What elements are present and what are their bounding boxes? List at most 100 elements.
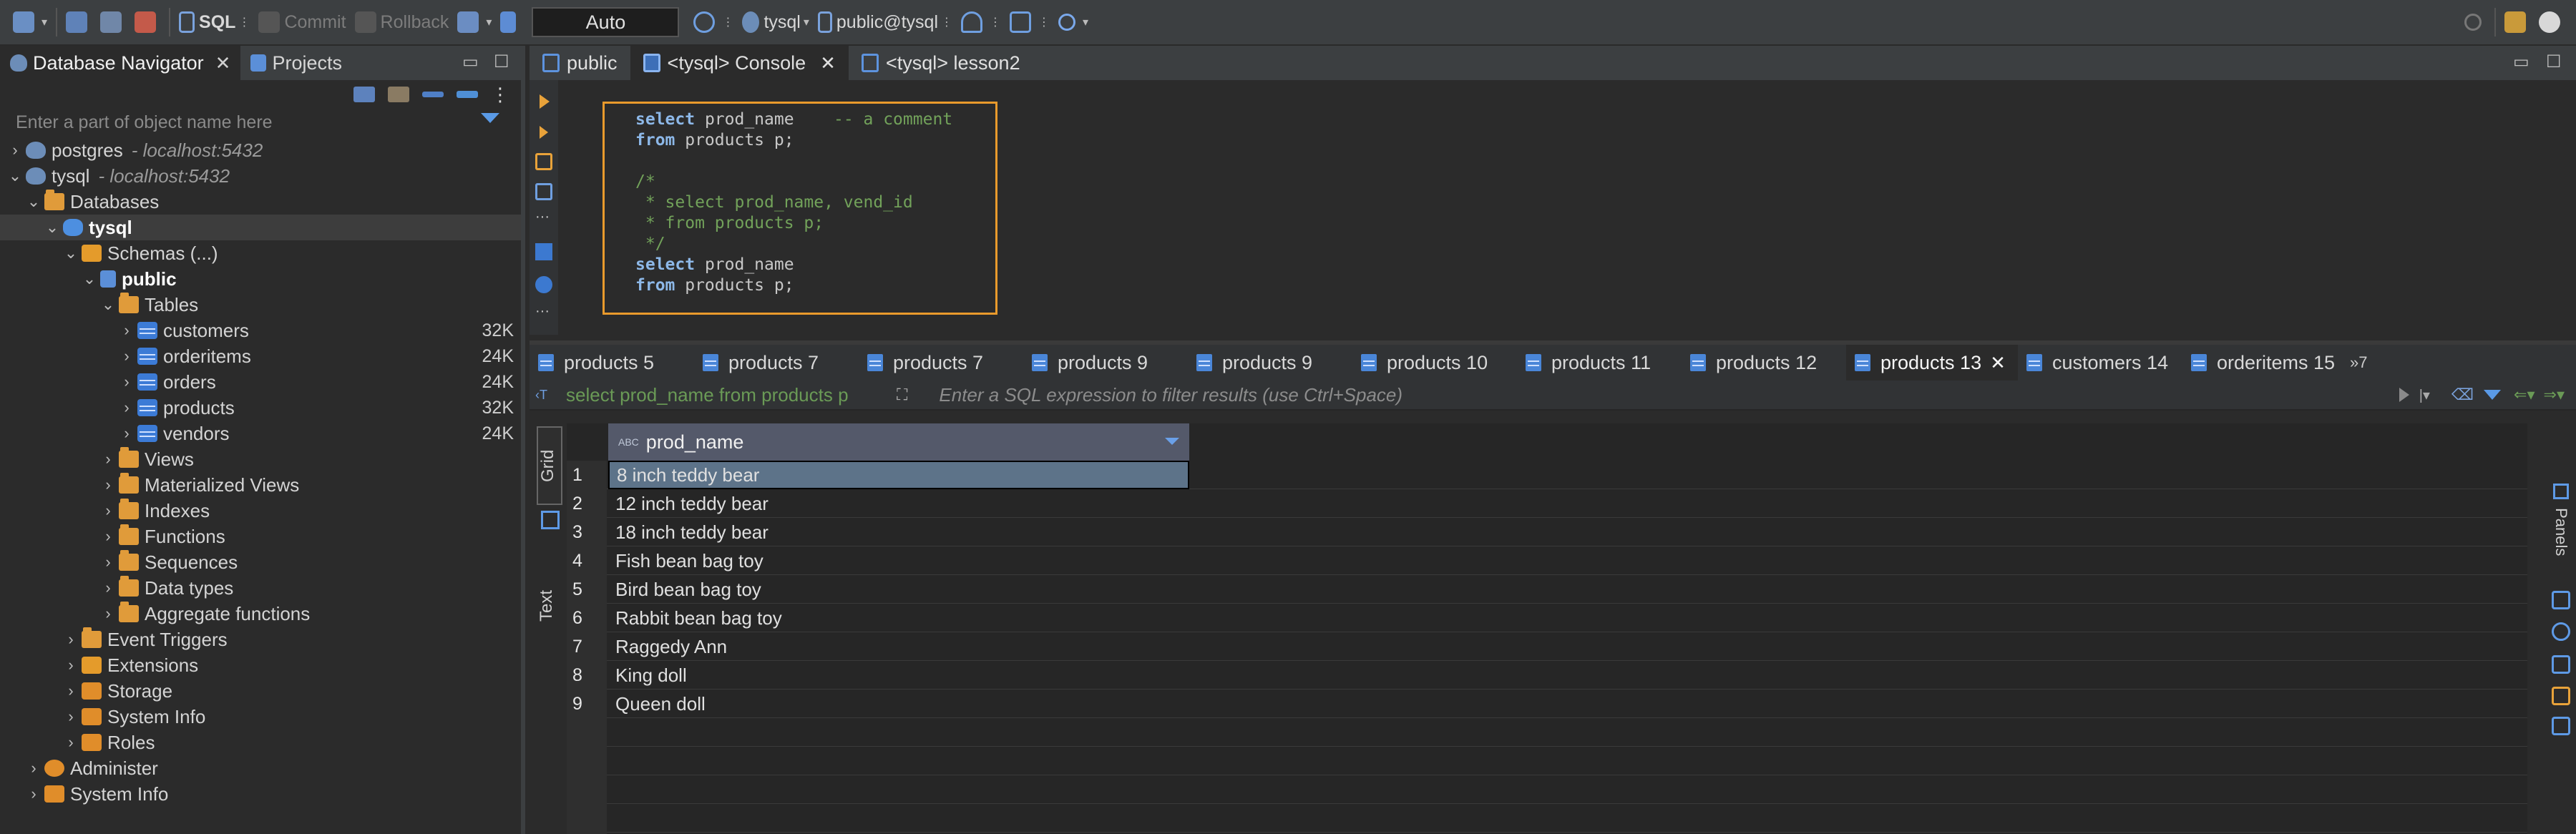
commit-button[interactable]: Commit — [254, 5, 350, 39]
cell-prod-name[interactable]: 18 inch teddy bear — [608, 518, 1189, 546]
cell-prod-name[interactable]: Queen doll — [608, 690, 1189, 718]
table-row[interactable]: 5 Bird bean bag toy — [567, 575, 2527, 604]
execute-new-tab-icon[interactable] — [540, 126, 548, 139]
chevron-right-icon[interactable]: › — [100, 553, 116, 571]
table-row[interactable]: 18 inch teddy bear — [567, 461, 2527, 489]
tree-item-conn-postgres[interactable]: › postgres - localhost:5432 — [0, 137, 521, 163]
tree-item-db-tysql[interactable]: ⌄ tysql — [0, 215, 521, 240]
tree-item-folder-indexes[interactable]: › Indexes — [0, 498, 521, 524]
chevron-right-icon[interactable]: › — [100, 604, 116, 623]
history-button[interactable]: ⋮ — [689, 5, 738, 39]
tree-item-folder-data-types[interactable]: › Data types — [0, 575, 521, 601]
filter-history-icon[interactable]: |▾ — [2419, 386, 2430, 404]
chevron-right-icon[interactable]: › — [119, 321, 135, 340]
tree-item-folder-storage[interactable]: › Storage — [0, 678, 521, 704]
cell-prod-name[interactable]: King doll — [608, 661, 1189, 690]
connect-button[interactable]: ▾ — [9, 5, 52, 39]
tree-item-table-orderitems[interactable]: › orderitems 24K — [0, 343, 521, 369]
chevron-right-icon[interactable]: › — [7, 141, 23, 160]
result-tab[interactable]: products 9 — [1023, 345, 1188, 381]
reconnect-button[interactable] — [96, 5, 130, 39]
new-folder-icon[interactable] — [388, 87, 409, 102]
tree-item-folder-tables[interactable]: ⌄ Tables — [0, 292, 521, 318]
cell-prod-name[interactable] — [608, 804, 1189, 833]
chevron-right-icon[interactable]: › — [100, 501, 116, 520]
active-datasource-selector[interactable]: tysql ▾ — [738, 5, 813, 39]
lock-button[interactable] — [496, 5, 525, 39]
chevron-right-icon[interactable]: › — [119, 373, 135, 391]
sql-editor-button[interactable]: SQL ⋮ — [175, 5, 254, 39]
active-schema-selector[interactable]: public@tysql ⋮ — [814, 5, 957, 39]
forward-arrow-icon[interactable]: ⇒▾ — [2544, 386, 2565, 404]
result-tab[interactable]: products 7 — [859, 345, 1023, 381]
search-toolbar-button[interactable]: ▾ — [1054, 5, 1093, 39]
tree-item-folder-schemas[interactable]: ⌄ Schemas (...) — [0, 240, 521, 266]
tab-public[interactable]: public — [530, 46, 630, 80]
execute-statement-icon[interactable] — [540, 94, 550, 109]
grid-view-tab[interactable]: Grid — [537, 426, 562, 505]
result-tab[interactable]: products 7 — [694, 345, 859, 381]
result-tab[interactable]: products 12 — [1682, 345, 1846, 381]
table-row[interactable] — [567, 747, 2527, 775]
filter-expression-input[interactable]: Enter a SQL expression to filter results… — [939, 384, 1402, 406]
chevron-right-icon[interactable]: › — [119, 398, 135, 417]
chevron-right-icon[interactable]: › — [63, 707, 79, 726]
result-tab[interactable]: products 13 ✕ — [1846, 345, 2018, 381]
metadata-icon[interactable] — [2552, 622, 2570, 641]
execute-script-icon[interactable] — [535, 153, 552, 170]
transaction-mode-select[interactable]: Auto — [532, 7, 680, 37]
row-number[interactable]: 8 — [567, 661, 607, 690]
transaction-mode-button[interactable]: ▾ — [453, 5, 496, 39]
row-number[interactable]: 5 — [567, 575, 607, 604]
tree-item-conn-tysql[interactable]: ⌄ tysql - localhost:5432 — [0, 163, 521, 189]
account-button[interactable] — [2534, 5, 2569, 39]
table-row[interactable]: 6 Rabbit bean bag toy — [567, 604, 2527, 632]
expand-filter-icon[interactable]: ⛶ — [897, 386, 907, 404]
close-icon[interactable]: ✕ — [215, 52, 231, 74]
maximize-icon[interactable]: ☐ — [2546, 51, 2562, 72]
tab-tysql-console[interactable]: <tysql> Console ✕ — [630, 46, 849, 80]
tree-item-folder-extensions[interactable]: › Extensions — [0, 652, 521, 678]
table-row[interactable]: 3 18 inch teddy bear — [567, 518, 2527, 546]
cell-prod-name[interactable] — [608, 775, 1189, 804]
chevron-down-icon[interactable]: ⌄ — [44, 218, 60, 237]
chevron-right-icon[interactable]: › — [26, 785, 42, 803]
back-arrow-icon[interactable]: ⇐▾ — [2514, 386, 2534, 404]
cell-prod-name[interactable]: 12 inch teddy bear — [608, 489, 1189, 518]
tree-item-folder-functions[interactable]: › Functions — [0, 524, 521, 549]
tree-item-table-products[interactable]: › products 32K — [0, 395, 521, 421]
sort-icon[interactable] — [1165, 438, 1179, 445]
result-tab[interactable]: products 5 — [530, 345, 694, 381]
grouping-icon[interactable] — [2552, 687, 2570, 705]
tree-item-schema-public[interactable]: ⌄ public — [0, 266, 521, 292]
text-view-tab[interactable]: Text — [537, 574, 562, 638]
column-header-prod-name[interactable]: ABC prod_name — [608, 423, 1189, 461]
rollback-button[interactable]: Rollback — [351, 5, 454, 39]
filter-sql-text[interactable]: select prod_name from products p — [566, 384, 902, 406]
cell-prod-name[interactable]: Fish bean bag toy — [608, 546, 1189, 575]
calc-icon[interactable] — [2552, 655, 2570, 674]
execute-script-new-tab-icon[interactable] — [535, 183, 552, 200]
row-number[interactable] — [567, 804, 607, 833]
table-row[interactable]: 2 12 inch teddy bear — [567, 489, 2527, 518]
table-row[interactable]: 4 Fish bean bag toy — [567, 546, 2527, 575]
row-number[interactable]: 2 — [567, 489, 607, 518]
tab-database-navigator[interactable]: Database Navigator ✕ — [0, 46, 241, 80]
result-tab[interactable]: products 10 — [1352, 345, 1517, 381]
table-row[interactable] — [567, 775, 2527, 804]
tree-item-table-customers[interactable]: › customers 32K — [0, 318, 521, 343]
minimize-icon[interactable]: ▭ — [462, 51, 479, 72]
cell-prod-name[interactable]: Rabbit bean bag toy — [608, 604, 1189, 632]
tree-item-folder-system-info-2[interactable]: › System Info — [0, 781, 521, 807]
perspective-button[interactable] — [2500, 5, 2534, 39]
value-viewer-icon[interactable] — [2552, 591, 2570, 609]
table-row[interactable]: 7 Raggedy Ann — [567, 632, 2527, 661]
apply-filter-icon[interactable] — [2399, 388, 2409, 402]
row-number[interactable] — [567, 718, 607, 747]
minimize-icon[interactable]: ▭ — [2513, 51, 2529, 72]
erd-button[interactable]: ⋮ — [1005, 5, 1054, 39]
chevron-right-icon[interactable]: › — [63, 682, 79, 700]
chevron-down-icon[interactable]: ⌄ — [82, 270, 97, 288]
more-dots-icon[interactable]: ··· — [535, 210, 552, 229]
table-row[interactable] — [567, 804, 2527, 833]
